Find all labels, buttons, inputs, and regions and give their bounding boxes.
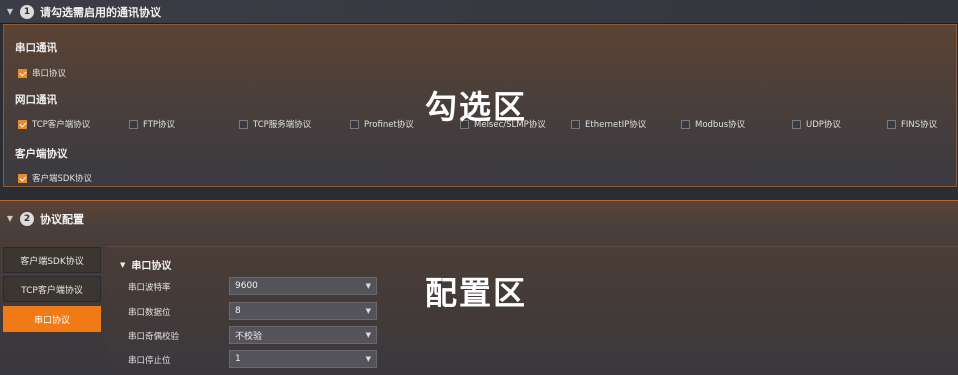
tab-tcp-client[interactable]: TCP客户端协议 — [3, 276, 101, 302]
triangle-down-icon[interactable]: ▼ — [6, 214, 14, 223]
step-number-badge: 1 — [20, 4, 34, 19]
section-title: 请勾选需启用的通讯协议 — [40, 5, 161, 19]
checkbox-fins[interactable]: FINS协议 — [887, 118, 937, 130]
select-parity[interactable]: 不校验 ▼ — [229, 326, 377, 344]
checkbox-empty-icon[interactable] — [571, 119, 580, 129]
panel-title: 串口协议 — [131, 261, 172, 272]
checkbox-profinet[interactable]: Profinet协议 — [350, 118, 414, 130]
label-parity: 串口奇偶校验 — [128, 332, 180, 342]
section-header-protocols[interactable]: ▼ 1 请勾选需启用的通讯协议 — [0, 0, 958, 24]
panel-header[interactable]: ▼ 串口协议 — [120, 257, 172, 273]
select-stop-bits[interactable]: 1 ▼ — [229, 350, 377, 368]
checkbox-empty-icon[interactable] — [681, 119, 690, 129]
step-number-badge: 2 — [20, 211, 34, 226]
checkbox-ethernetip[interactable]: EthernetIP协议 — [571, 118, 646, 130]
checkbox-tcp-client[interactable]: TCP客户端协议 — [18, 118, 90, 130]
check-icon[interactable] — [18, 173, 27, 183]
label-stop-bits: 串口停止位 — [128, 356, 171, 366]
group-title-network: 网口通讯 — [15, 94, 57, 106]
checkbox-client-sdk[interactable]: 客户端SDK协议 — [18, 172, 92, 184]
checkbox-modbus[interactable]: Modbus协议 — [681, 118, 745, 130]
checkbox-empty-icon[interactable] — [129, 119, 138, 129]
select-data-bits[interactable]: 8 ▼ — [229, 302, 377, 320]
group-title-client: 客户端协议 — [15, 148, 68, 160]
checkbox-ftp[interactable]: FTP协议 — [129, 118, 175, 130]
checkbox-udp[interactable]: UDP协议 — [792, 118, 841, 130]
caret-down-icon: ▼ — [365, 282, 371, 290]
check-icon[interactable] — [18, 68, 27, 78]
checkbox-serial-protocol[interactable]: 串口协议 — [18, 67, 66, 79]
selection-area-annotation: 勾选区 — [425, 88, 528, 126]
tab-serial-protocol[interactable]: 串口协议 — [3, 306, 101, 332]
checkbox-empty-icon[interactable] — [239, 119, 248, 129]
caret-down-icon: ▼ — [365, 307, 371, 315]
triangle-down-icon[interactable]: ▼ — [120, 261, 125, 269]
check-icon[interactable] — [18, 119, 27, 129]
checkbox-empty-icon[interactable] — [887, 119, 896, 129]
section-header-config[interactable]: ▼ 2 协议配置 — [0, 200, 958, 236]
caret-down-icon: ▼ — [365, 331, 371, 339]
caret-down-icon: ▼ — [365, 355, 371, 363]
section-title: 协议配置 — [40, 212, 84, 226]
checkbox-empty-icon[interactable] — [792, 119, 801, 129]
tab-client-sdk[interactable]: 客户端SDK协议 — [3, 247, 101, 273]
checkbox-tcp-server[interactable]: TCP服务端协议 — [239, 118, 311, 130]
label-baud-rate: 串口波特率 — [128, 283, 171, 293]
group-title-serial: 串口通讯 — [15, 42, 57, 54]
label-data-bits: 串口数据位 — [128, 308, 171, 318]
checkbox-empty-icon[interactable] — [350, 119, 359, 129]
select-baud-rate[interactable]: 9600 ▼ — [229, 277, 377, 295]
triangle-down-icon[interactable]: ▼ — [6, 7, 14, 16]
config-area-annotation: 配置区 — [425, 274, 528, 312]
